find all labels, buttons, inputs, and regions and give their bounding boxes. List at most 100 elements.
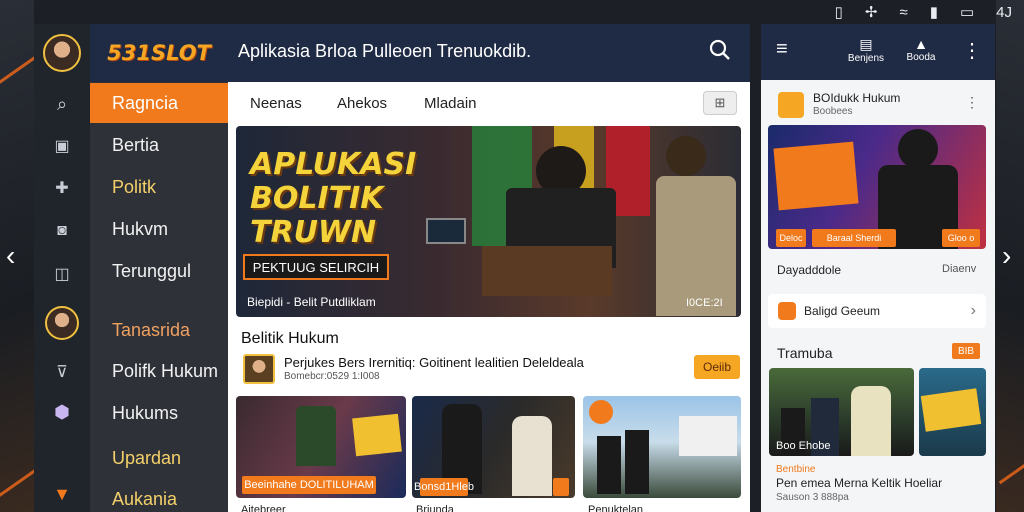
nav-item-tanasrida[interactable]: Tanasrida (90, 310, 228, 350)
compass-icon[interactable]: ✚ (34, 178, 90, 198)
featured-label: Baraal Sherdi (812, 229, 896, 247)
hero-counter: I0CE:2I (686, 297, 723, 309)
featured-sticker (773, 141, 859, 211)
nav-item-label: Hukvm (112, 218, 169, 239)
article-meta: Bomebcr:0529 1:I008 (284, 371, 380, 382)
story-meta: Sauson 3 888pa (776, 492, 849, 503)
app-name[interactable]: BOIdukk Hukum (813, 91, 900, 105)
app-subtitle: Boobees (813, 106, 853, 117)
hero-headline-line3: TRUWN (250, 215, 377, 250)
laptop (426, 218, 466, 244)
bookmark-icon: ▤ (859, 36, 873, 52)
battery-icon: ▮ (929, 4, 938, 21)
gallery-icon[interactable]: ◫ (34, 264, 90, 284)
search-icon[interactable]: ⌕ (34, 94, 90, 115)
nav-item-politk[interactable]: Politk (90, 167, 228, 207)
menu-icon[interactable]: ≡ (776, 38, 788, 61)
search-input[interactable]: Aplikasia Brloa Pulleoen Trenuokdib. (228, 30, 740, 72)
nav-item-ragncia[interactable]: Ragncia (90, 83, 228, 123)
wifi-icon: ≈ (899, 3, 908, 21)
search-placeholder: Aplikasia Brloa Pulleoen Trenuokdib. (238, 40, 532, 61)
story-sticker (920, 388, 982, 432)
right-section-badge: BIB (952, 343, 980, 359)
card-figure (296, 406, 336, 466)
next-arrow-icon[interactable]: › (1002, 240, 1011, 272)
nav-item-label: Bertia (112, 134, 160, 155)
card-label: Bonsd1Hleb (414, 478, 474, 496)
nav-item-label: Politk (112, 176, 157, 197)
card-figure (512, 416, 552, 496)
bookmark-button[interactable]: ▤ Benjens (846, 36, 886, 64)
nav-item-label: Hukums (112, 402, 179, 423)
featured-label: Deloc (776, 229, 806, 247)
news-icon[interactable]: ▣ (34, 136, 90, 156)
nav-item-hukvm[interactable]: Hukvm (90, 209, 228, 249)
nav-item-label: Tanasrida (112, 319, 191, 340)
previous-arrow-icon[interactable]: ‹ (6, 240, 15, 272)
hero-headline: APLUKASI BOLITIK TRUWN (250, 148, 416, 250)
nav-item-label: Upardan (112, 447, 182, 468)
shirt-icon[interactable]: ▼ (34, 484, 90, 505)
card-figure (625, 430, 649, 494)
hero-tag: PEKTUUG SELIRCIH (243, 254, 389, 280)
card-caption: Penuktelan (588, 504, 644, 512)
hero-headline-line2: BOLITIK (250, 181, 384, 216)
user-avatar[interactable] (45, 306, 79, 340)
user-icon: ▲ (914, 36, 928, 52)
article-badge[interactable]: Oeiib (694, 355, 740, 379)
officer-head (666, 136, 706, 176)
more-icon[interactable]: ⋮ (962, 38, 982, 63)
feed-meta-right: Diaenv (942, 263, 977, 275)
feed-meta-left: Dayadddole (777, 263, 842, 277)
feed-row-label: Baligd Geeum (804, 304, 881, 318)
tab-ahekos[interactable]: Ahekos (337, 95, 387, 112)
featured-figure-head (898, 129, 938, 169)
nav-item-label: Polifk Hukum (112, 360, 219, 381)
card-figure (597, 436, 621, 494)
card-label: Beeinhahe DOLITILUHAM (242, 476, 376, 494)
story-title[interactable]: Pen emea Merna Keltik Hoeliar (776, 476, 942, 490)
brand-logo[interactable]: 531SLOT (90, 24, 228, 82)
user-button[interactable]: ▲ Booda (901, 36, 941, 63)
share-icon: ✢ (864, 4, 878, 21)
gamepad-button[interactable]: ⊞ (703, 91, 737, 115)
officer-body (656, 176, 736, 316)
nav-item-terunggul[interactable]: Terunggul (90, 251, 228, 291)
nav-item-bertia[interactable]: Bertia (90, 125, 228, 165)
feed-row[interactable]: Baligd Geeum › (768, 294, 986, 328)
article-title[interactable]: Perjukes Bers Irernitiq: Goitinent leali… (284, 355, 584, 370)
news-card[interactable] (583, 396, 741, 498)
app-icon[interactable] (778, 92, 804, 118)
app-more-icon[interactable]: ⋮ (965, 94, 979, 111)
right-section-title: Tramuba (777, 345, 833, 361)
chevron-right-icon: › (970, 302, 976, 319)
featured-label: Gloo o (942, 229, 980, 247)
status-bar: ▯ ✢ ≈ ▮ ▭ 4J (835, 2, 1012, 22)
nav-item-upardan[interactable]: Upardan (90, 438, 228, 478)
nav-item-hukums[interactable]: Hukums (90, 393, 228, 433)
nav-item-label: Terunggul (112, 260, 192, 281)
sim-icon: ▯ (834, 4, 843, 21)
tab-mladain[interactable]: Mladain (424, 95, 477, 112)
badge-icon[interactable]: ⬢ (34, 402, 90, 423)
bookmark-label: Benjens (847, 53, 885, 64)
card-sticker (352, 413, 402, 457)
story-image-side[interactable] (919, 368, 986, 456)
nav-item-aukania[interactable]: Aukania (90, 479, 228, 512)
tab-neenas[interactable]: Neenas (250, 95, 302, 112)
nav-item-polifk-hukum[interactable]: Polifk Hukum (90, 351, 228, 391)
search-icon[interactable] (708, 38, 732, 62)
card-caption: Briunda (416, 504, 454, 512)
cart-icon[interactable]: ⊽ (34, 362, 90, 382)
card-badge-icon (589, 400, 613, 424)
hero-caption: Biepidi - Belit Putdliklam (247, 295, 376, 309)
story-label: Bentbine (776, 464, 816, 475)
profile-avatar[interactable] (43, 34, 81, 72)
article-thumbnail[interactable] (243, 354, 275, 384)
section-title: Belitik Hukum (241, 330, 339, 347)
user-label: Booda (906, 52, 936, 63)
camera-icon[interactable]: ◙ (34, 222, 90, 240)
nav-item-label: Aukania (112, 488, 178, 509)
story-figure (851, 386, 891, 456)
card-building (679, 416, 737, 456)
